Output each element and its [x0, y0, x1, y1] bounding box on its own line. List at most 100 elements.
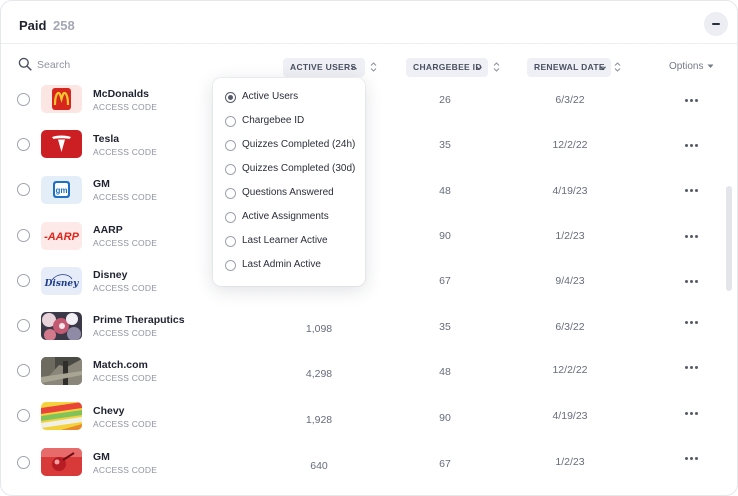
access-code-label: ACCESS CODE — [93, 238, 158, 248]
chevy-image — [41, 402, 82, 430]
radio-icon — [225, 164, 236, 175]
svg-text:-AARP: -AARP — [44, 231, 79, 243]
radio-icon — [225, 212, 236, 223]
row-radio[interactable] — [17, 456, 30, 469]
active-users-cell: 1,098 — [305, 323, 333, 335]
dropdown-item-last-learner-active[interactable]: Last Learner Active — [225, 234, 360, 250]
chevron-down-icon — [476, 66, 482, 71]
table-row[interactable]: Prime Theraputics ACCESS CODE 1,098 35 6… — [1, 304, 721, 349]
sort-icon[interactable] — [614, 61, 621, 73]
section-count: 258 — [53, 18, 75, 33]
access-code-label: ACCESS CODE — [93, 102, 158, 112]
active-users-column-dropdown[interactable]: ACTIVE USERS — [283, 58, 365, 77]
aarp-logo: -AARP — [41, 222, 82, 250]
row-radio[interactable] — [17, 274, 30, 287]
radio-icon — [225, 116, 236, 127]
dropdown-item-quizzes-30d[interactable]: Quizzes Completed (30d) — [225, 162, 360, 178]
renewal-date-column-label: RENEWAL DATE — [534, 62, 605, 72]
company-name: Chevy — [93, 405, 125, 417]
gm-red-image — [41, 448, 82, 476]
renewal-date-cell: 1/2/23 — [555, 456, 585, 468]
chargebee-id-column-label: CHARGEBEE ID — [413, 62, 482, 72]
dropdown-item-active-users[interactable]: Active Users — [225, 90, 360, 106]
caret-down-icon — [707, 64, 714, 68]
dropdown-item-label: Last Admin Active — [242, 259, 321, 270]
minus-icon — [712, 23, 720, 25]
company-name: Prime Theraputics — [93, 314, 185, 326]
chevron-down-icon — [600, 66, 606, 71]
radio-icon — [225, 188, 236, 199]
chevron-up-icon — [351, 65, 357, 70]
row-radio[interactable] — [17, 183, 30, 196]
dropdown-item-last-admin-active[interactable]: Last Admin Active — [225, 258, 360, 274]
chargebee-id-cell: 90 — [439, 412, 451, 424]
dropdown-item-label: Chargebee ID — [242, 115, 305, 126]
access-code-label: ACCESS CODE — [93, 328, 158, 338]
renewal-date-cell: 9/4/23 — [555, 275, 585, 287]
active-users-column-label: ACTIVE USERS — [290, 62, 357, 72]
table-row[interactable]: GM ACCESS CODE 640 67 1/2/23 — [1, 440, 721, 485]
access-code-label: ACCESS CODE — [93, 283, 158, 293]
renewal-date-cell: 4/19/23 — [552, 185, 588, 197]
dropdown-item-label: Active Users — [242, 91, 299, 102]
row-radio[interactable] — [17, 364, 30, 377]
more-options-icon[interactable] — [685, 99, 699, 103]
sort-icon[interactable] — [370, 61, 377, 73]
svg-text:gm: gm — [56, 186, 68, 195]
company-name: McDonalds — [93, 88, 150, 100]
vertical-scrollbar[interactable] — [726, 186, 732, 291]
row-radio[interactable] — [17, 229, 30, 242]
dropdown-item-quizzes-24h[interactable]: Quizzes Completed (24h) — [225, 138, 360, 154]
company-name: Tesla — [93, 133, 120, 145]
chargebee-id-column-dropdown[interactable]: CHARGEBEE ID — [406, 58, 488, 77]
dropdown-item-chargebee-id[interactable]: Chargebee ID — [225, 114, 360, 130]
access-code-label: ACCESS CODE — [93, 373, 158, 383]
row-radio[interactable] — [17, 93, 30, 106]
collapse-button[interactable] — [704, 12, 728, 36]
mcdonalds-logo — [41, 85, 82, 113]
more-options-icon[interactable] — [685, 412, 699, 416]
radio-icon — [225, 236, 236, 247]
active-users-dropdown-menu: Active Users Chargebee ID Quizzes Comple… — [213, 78, 365, 286]
more-options-icon[interactable] — [685, 235, 699, 239]
svg-text:Disney: Disney — [44, 279, 80, 289]
chargebee-id-cell: 90 — [439, 230, 451, 242]
options-dropdown[interactable]: Options — [669, 61, 714, 72]
more-options-icon[interactable] — [685, 321, 699, 325]
table-row[interactable]: Match.com ACCESS CODE 4,298 48 12/2/22 — [1, 349, 721, 394]
selected-radio-icon — [225, 92, 236, 103]
more-options-icon[interactable] — [685, 366, 699, 370]
search-input[interactable] — [37, 57, 177, 73]
table-row[interactable]: Chevy ACCESS CODE 1,928 90 4/19/23 — [1, 395, 721, 440]
chargebee-id-cell: 48 — [439, 185, 451, 197]
dropdown-item-questions-answered[interactable]: Questions Answered — [225, 186, 360, 202]
chargebee-id-cell: 35 — [439, 139, 451, 151]
company-name: GM — [93, 451, 110, 463]
renewal-date-column-dropdown[interactable]: RENEWAL DATE — [527, 58, 611, 77]
active-users-cell: 640 — [310, 460, 328, 472]
dropdown-item-label: Last Learner Active — [242, 235, 328, 246]
renewal-date-cell: 1/2/23 — [555, 230, 585, 242]
more-options-icon[interactable] — [685, 189, 699, 193]
row-radio[interactable] — [17, 319, 30, 332]
sort-icon[interactable] — [493, 61, 500, 73]
more-options-icon[interactable] — [685, 280, 699, 284]
radio-icon — [225, 260, 236, 271]
chargebee-id-cell: 67 — [439, 275, 451, 287]
access-code-label: ACCESS CODE — [93, 419, 158, 429]
chargebee-id-cell: 48 — [439, 366, 451, 378]
chargebee-id-cell: 26 — [439, 94, 451, 106]
more-options-icon[interactable] — [685, 144, 699, 148]
gm-logo: gm — [41, 176, 82, 204]
dropdown-item-label: Active Assignments — [242, 211, 329, 222]
more-options-icon[interactable] — [685, 457, 699, 461]
row-radio[interactable] — [17, 138, 30, 151]
renewal-date-cell: 12/2/22 — [552, 364, 588, 376]
tesla-logo — [41, 130, 82, 158]
dropdown-item-active-assignments[interactable]: Active Assignments — [225, 210, 360, 226]
company-name: Match.com — [93, 359, 148, 371]
dropdown-item-label: Quizzes Completed (30d) — [242, 163, 356, 174]
row-radio[interactable] — [17, 409, 30, 422]
card-header: Paid 258 — [1, 1, 737, 44]
company-name: GM — [93, 178, 110, 190]
